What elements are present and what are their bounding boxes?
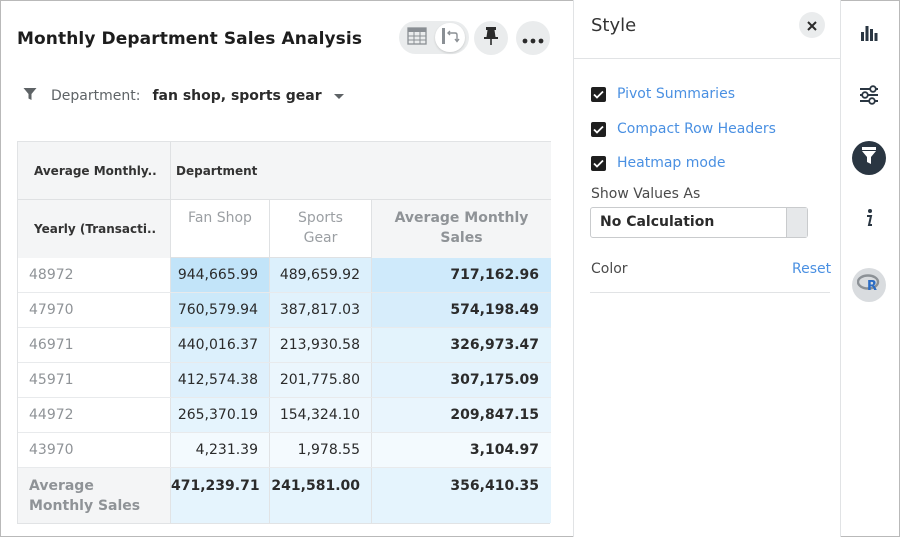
row-key-cell: 48972 [18, 258, 171, 292]
reset-link[interactable]: Reset [792, 261, 831, 277]
table-header-row-2: Yearly (Transacti.. Fan Shop Sports Gear… [18, 200, 551, 258]
average-cell: 307,175.09 [372, 363, 551, 397]
total-row: Average Monthly Sales 471,239.71 241,581… [18, 468, 551, 523]
chart-rail-button[interactable] [852, 18, 886, 52]
pivot-summaries-checkbox[interactable] [591, 86, 606, 102]
column-header-fan-shop[interactable]: Fan Shop [171, 200, 270, 258]
row-key-cell: 44972 [18, 398, 171, 432]
table-row: 47970 760,579.94 387,817.03 574,198.49 [18, 293, 551, 328]
funnel-rail-button[interactable] [852, 141, 886, 175]
select-arrow[interactable] [786, 208, 807, 237]
svg-text:R: R [867, 279, 877, 293]
sports-gear-cell: 213,930.58 [270, 328, 372, 362]
pin-icon [483, 26, 499, 50]
row-header-label: Yearly (Transacti.. [34, 222, 157, 236]
settings-sliders-icon [858, 85, 880, 109]
fan-shop-cell: 265,370.19 [171, 398, 270, 432]
column-group-header[interactable]: Department [176, 164, 257, 178]
filter-value: fan shop, sports gear [152, 88, 322, 104]
total-row-label: Average Monthly Sales [18, 468, 171, 523]
sports-gear-cell: 201,775.80 [270, 363, 372, 397]
average-cell: 574,198.49 [372, 293, 551, 327]
compact-row-headers-option[interactable]: Compact Row Headers [591, 120, 776, 138]
chart-config-icon [440, 26, 460, 50]
corner-header[interactable]: Average Monthly.. [34, 164, 157, 178]
r-script-icon: R [856, 273, 881, 297]
compact-row-headers-checkbox[interactable] [591, 121, 606, 137]
department-filter[interactable]: Department: fan shop, sports gear [23, 86, 344, 106]
filter-icon [23, 87, 37, 105]
average-cell: 209,847.15 [372, 398, 551, 432]
chevron-down-icon[interactable] [333, 93, 344, 99]
average-cell: 3,104.97 [372, 433, 551, 467]
table-row: 48972 944,665.99 489,659.92 717,162.96 [18, 258, 551, 293]
table-row: 43970 4,231.39 1,978.55 3,104.97 [18, 433, 551, 468]
row-key-cell: 43970 [18, 433, 171, 467]
sports-gear-cell: 489,659.92 [270, 258, 372, 292]
funnel-icon [860, 146, 878, 170]
total-average: 356,410.35 [372, 468, 551, 523]
close-button[interactable] [799, 12, 825, 38]
fan-shop-cell: 760,579.94 [171, 293, 270, 327]
more-icon [522, 29, 544, 48]
fan-shop-cell: 4,231.39 [171, 433, 270, 467]
settings-rail-button[interactable] [852, 80, 886, 114]
sports-gear-cell: 1,978.55 [270, 433, 372, 467]
header-divider [170, 142, 171, 200]
heatmap-mode-label[interactable]: Heatmap mode [617, 155, 725, 171]
info-rail-button[interactable] [852, 203, 886, 237]
sports-gear-cell: 154,324.10 [270, 398, 372, 432]
fan-shop-cell: 412,574.38 [171, 363, 270, 397]
filter-label: Department: [51, 88, 141, 104]
compact-row-headers-label[interactable]: Compact Row Headers [617, 121, 776, 137]
row-key-cell: 45971 [18, 363, 171, 397]
fan-shop-cell: 944,665.99 [171, 258, 270, 292]
page-title: Monthly Department Sales Analysis [17, 29, 363, 49]
r-script-rail-button[interactable]: R [852, 268, 886, 302]
fan-shop-cell: 440,016.37 [171, 328, 270, 362]
table-icon [407, 26, 427, 49]
table-row: 46971 440,016.37 213,930.58 326,973.47 [18, 328, 551, 363]
pin-button[interactable] [474, 21, 508, 55]
sports-gear-cell: 387,817.03 [270, 293, 372, 327]
column-header-average[interactable]: Average Monthly Sales [372, 200, 551, 258]
color-label: Color [591, 261, 628, 277]
row-key-cell: 47970 [18, 293, 171, 327]
show-values-label: Show Values As [591, 186, 701, 202]
column-header-sports-gear[interactable]: Sports Gear [270, 200, 372, 258]
chart-config-view-button[interactable] [435, 23, 465, 52]
table-row: 44972 265,370.19 154,324.10 209,847.15 [18, 398, 551, 433]
total-fan-shop: 471,239.71 [171, 468, 270, 523]
average-cell: 717,162.96 [372, 258, 551, 292]
pivot-summaries-label[interactable]: Pivot Summaries [617, 86, 735, 102]
info-icon [863, 208, 875, 232]
close-icon [807, 16, 817, 35]
show-values-selected: No Calculation [600, 214, 715, 230]
heatmap-mode-option[interactable]: Heatmap mode [591, 154, 725, 172]
show-values-select[interactable]: No Calculation [590, 207, 808, 238]
style-panel-title: Style [591, 15, 637, 36]
panel-divider [574, 58, 840, 59]
pivot-table: Average Monthly.. Department Yearly (Tra… [17, 141, 551, 524]
style-panel: Style Pivot Summaries Compact Row Header… [573, 0, 841, 537]
table-row: 45971 412,574.38 201,775.80 307,175.09 [18, 363, 551, 398]
average-cell: 326,973.47 [372, 328, 551, 362]
bar-chart-icon [859, 23, 879, 47]
color-divider [590, 292, 830, 293]
total-sports-gear: 241,581.00 [270, 468, 372, 523]
view-toggle [399, 21, 469, 54]
more-options-button[interactable] [516, 21, 550, 55]
table-header-row-1: Average Monthly.. Department [18, 141, 551, 200]
table-view-button[interactable] [402, 23, 432, 52]
row-key-cell: 46971 [18, 328, 171, 362]
row-header[interactable]: Yearly (Transacti.. [18, 200, 171, 258]
heatmap-mode-checkbox[interactable] [591, 155, 606, 171]
pivot-summaries-option[interactable]: Pivot Summaries [591, 85, 735, 103]
